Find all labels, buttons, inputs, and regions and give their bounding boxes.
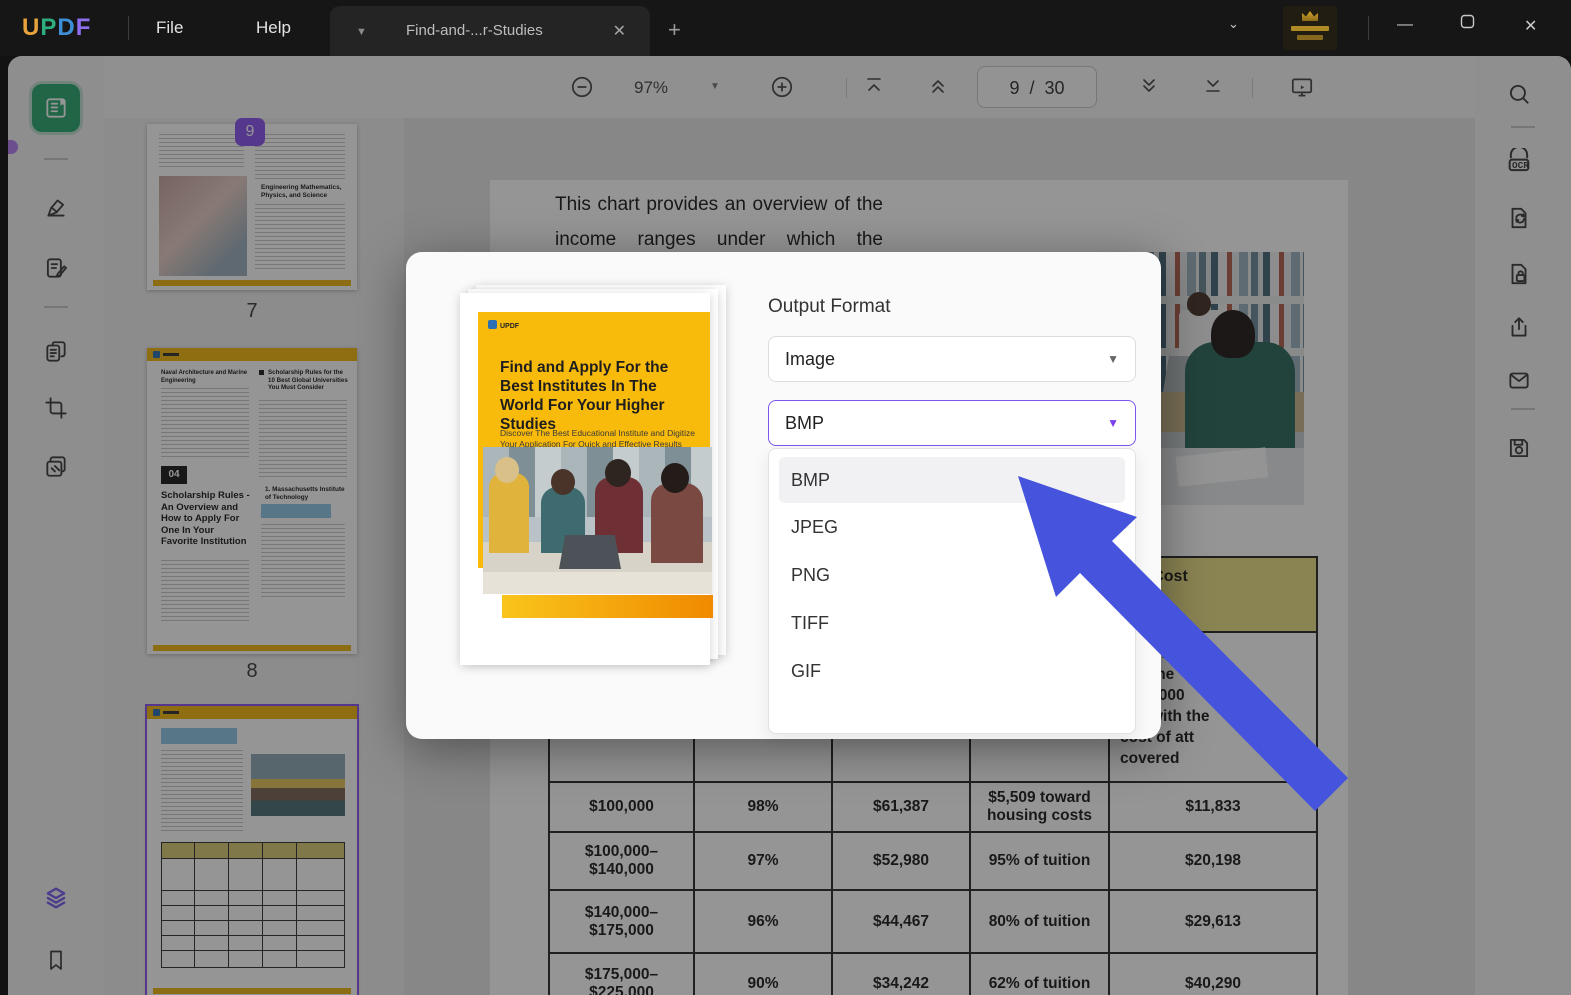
output-format-label: Output Format	[768, 296, 891, 318]
minimize-button[interactable]: —	[1397, 16, 1413, 34]
crown-icon	[1302, 11, 1318, 21]
titlebar-divider2	[1368, 16, 1369, 40]
format-option-gif[interactable]: GIF	[769, 647, 1135, 695]
document-tab[interactable]: ▼ Find-and-...r-Studies ✕	[330, 6, 650, 56]
cover-sheet: UPDF Find and Apply For the Best Institu…	[460, 293, 710, 665]
format-option-png[interactable]: PNG	[769, 551, 1135, 599]
cover-photo	[483, 447, 712, 594]
export-dialog: UPDF Find and Apply For the Best Institu…	[406, 252, 1161, 739]
close-button[interactable]: ✕	[1524, 16, 1537, 36]
format-select[interactable]: Image ▼	[768, 336, 1136, 382]
new-tab-button[interactable]: +	[668, 17, 681, 43]
format-select-value: Image	[785, 349, 835, 369]
tab-chevron-down-icon[interactable]: ▼	[356, 26, 367, 38]
tab-title: Find-and-...r-Studies	[406, 22, 543, 39]
updf-logo: UPDF	[22, 14, 91, 42]
maximize-button[interactable]	[1460, 14, 1475, 34]
cover-ribbon	[502, 595, 713, 618]
tab-close-icon[interactable]: ✕	[613, 21, 626, 41]
image-format-options: BMPJPEGPNGTIFFGIF	[768, 448, 1136, 734]
titlebar-chevron-down-icon[interactable]: ⌄	[1228, 16, 1239, 32]
image-format-select[interactable]: BMP ▼	[768, 400, 1136, 446]
titlebar-divider	[128, 16, 129, 40]
title-bar: UPDF File Help ▼ Find-and-...r-Studies ✕…	[0, 0, 1571, 56]
format-select-caret-icon[interactable]: ▼	[1107, 337, 1119, 381]
special-offer-badge[interactable]	[1283, 6, 1337, 50]
format-option-tiff[interactable]: TIFF	[769, 599, 1135, 647]
menu-help[interactable]: Help	[238, 0, 309, 56]
menu-file[interactable]: File	[138, 0, 201, 56]
image-format-select-value: BMP	[785, 413, 824, 433]
cover-title: Find and Apply For the Best Institutes I…	[500, 358, 696, 434]
cover-logo: UPDF	[488, 320, 519, 330]
format-option-bmp[interactable]: BMP	[779, 457, 1125, 503]
image-format-caret-icon[interactable]: ▼	[1107, 401, 1119, 445]
format-option-jpeg[interactable]: JPEG	[769, 503, 1135, 551]
